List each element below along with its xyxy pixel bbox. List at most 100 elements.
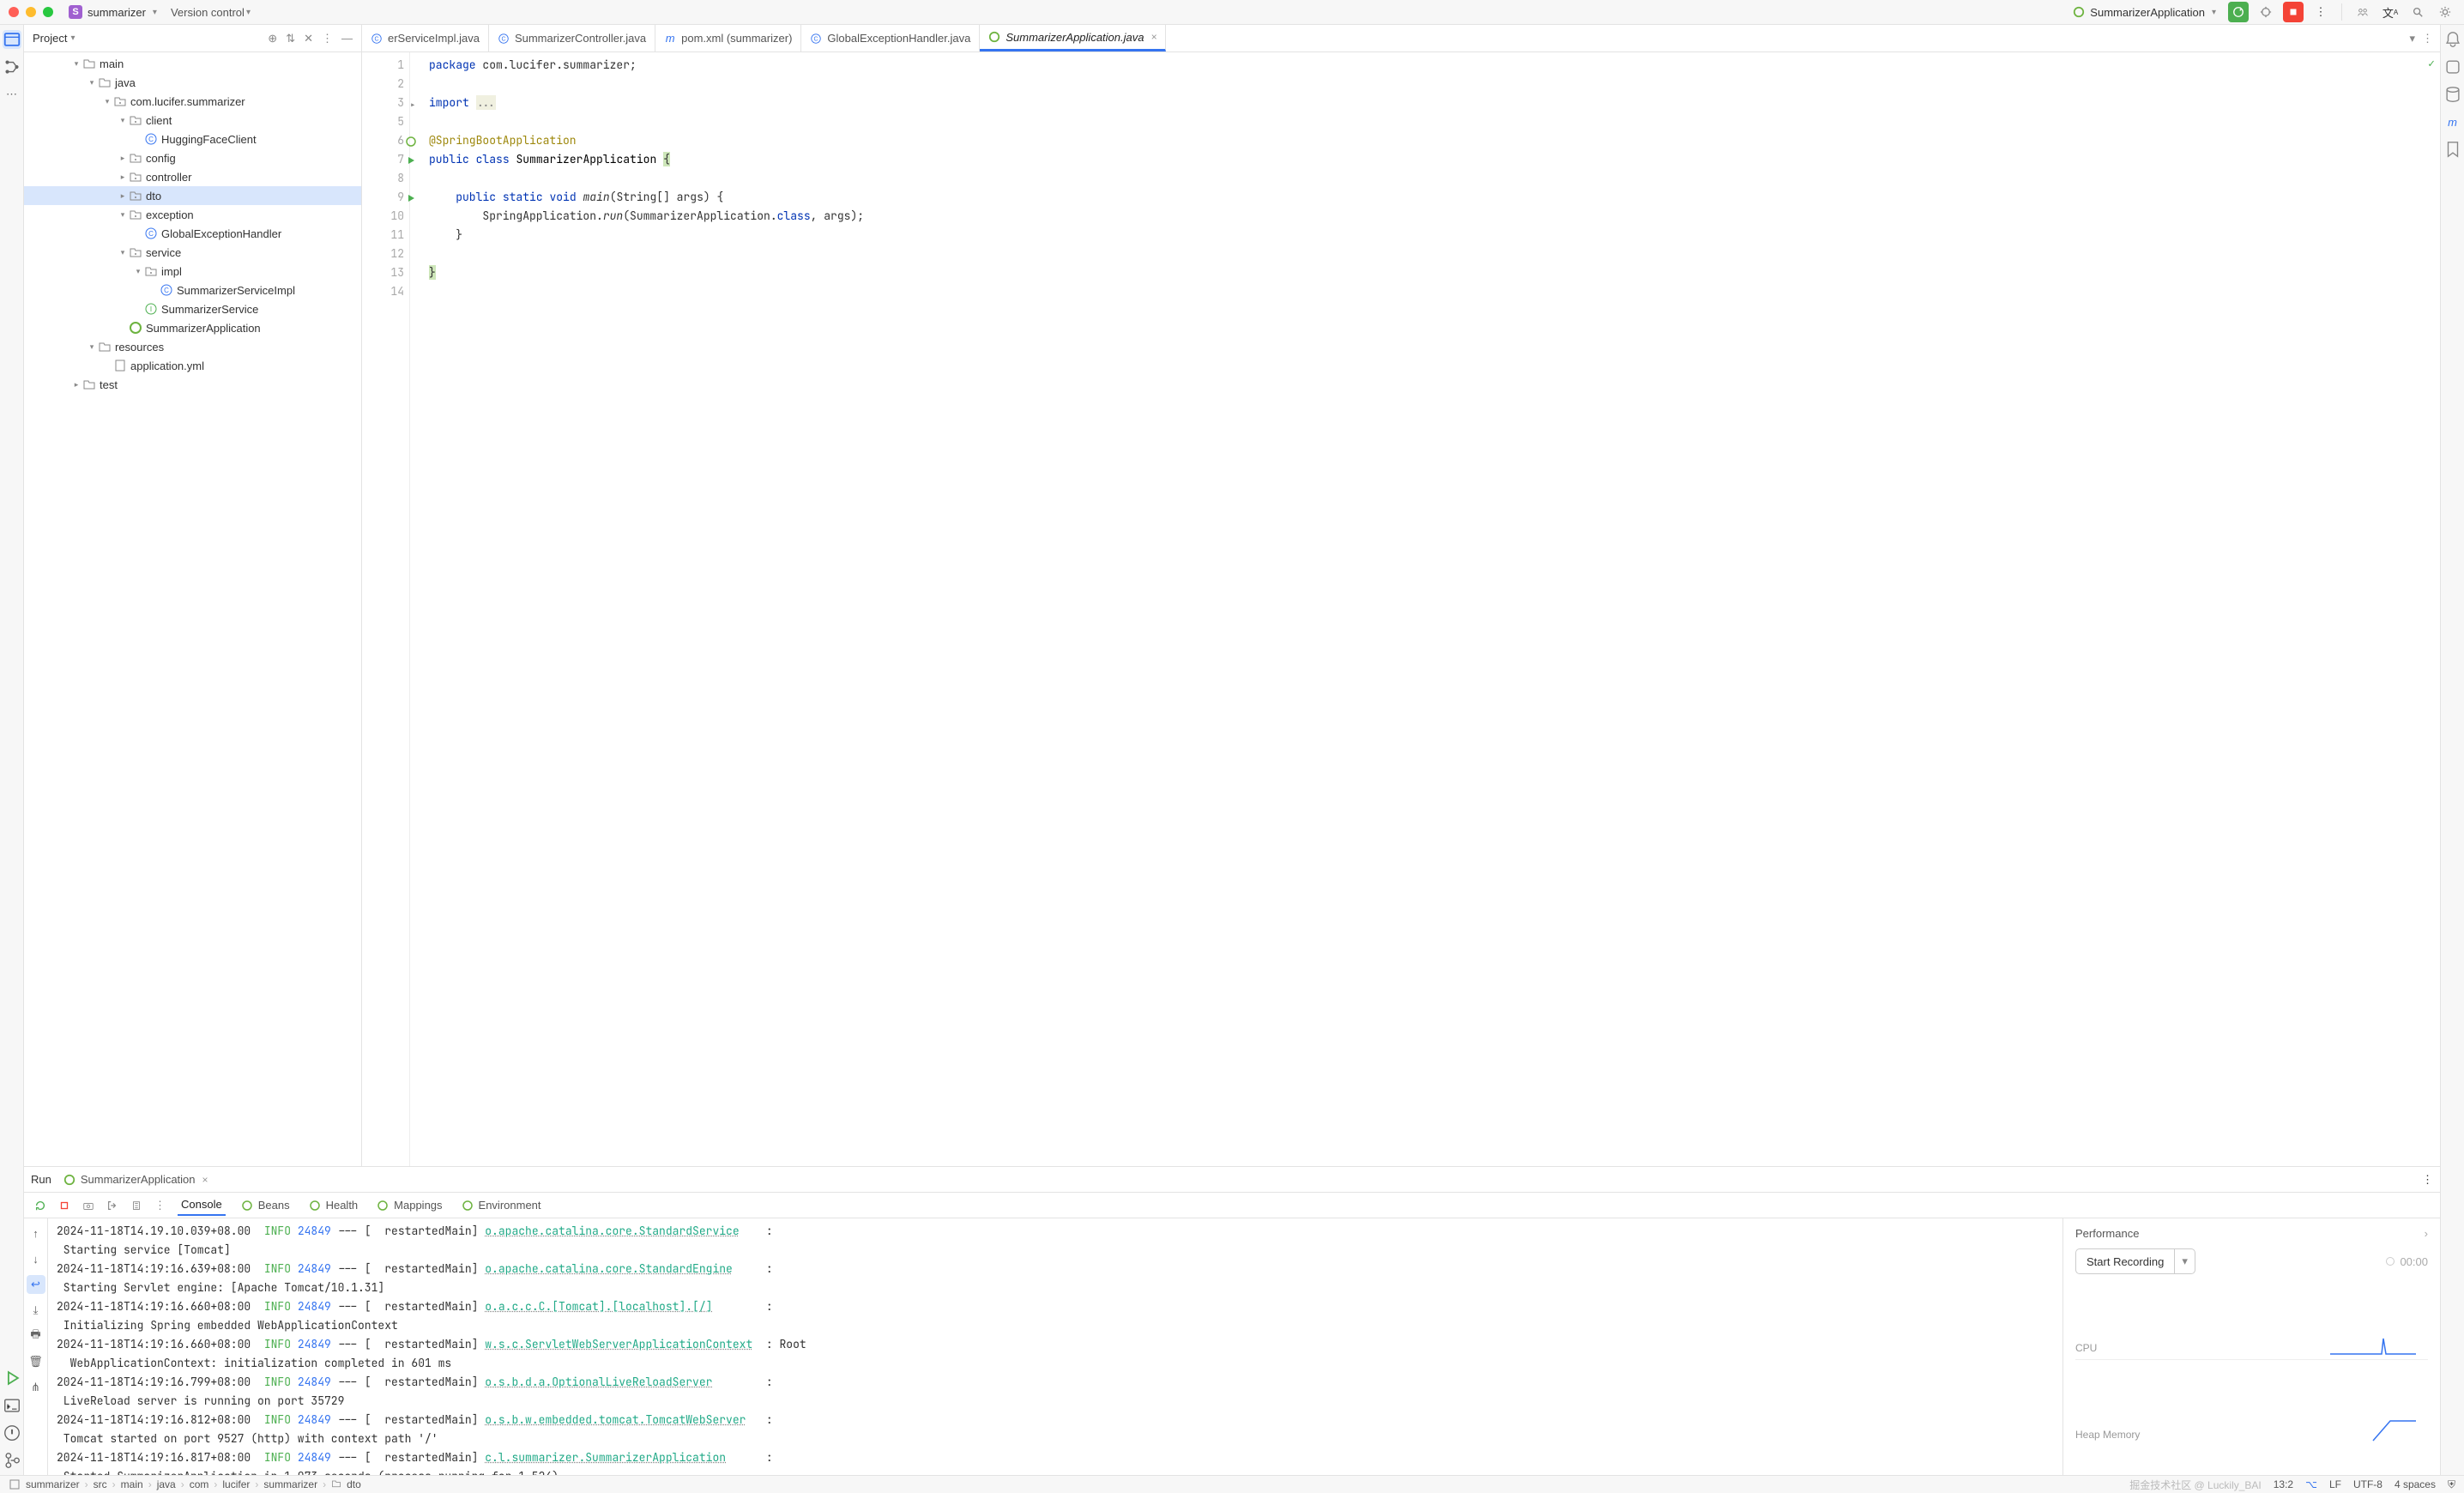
- start-recording-button[interactable]: Start Recording ▾: [2075, 1248, 2195, 1274]
- run-gutter-icon[interactable]: [406, 153, 416, 172]
- chevron-icon[interactable]: ▾: [132, 267, 144, 276]
- editor-tab[interactable]: CSummarizerController.java: [489, 25, 655, 51]
- tree-row[interactable]: ▾com.lucifer.summarizer: [24, 92, 361, 111]
- chevron-icon[interactable]: ▾: [101, 97, 113, 106]
- debug-button[interactable]: [2256, 2, 2276, 22]
- console-output[interactable]: 2024-11-18T14.19.10.039+08.00 INFO 24849…: [48, 1218, 2062, 1475]
- more-tools-button[interactable]: ⋯: [3, 85, 21, 104]
- tree-row[interactable]: ▸test: [24, 375, 361, 394]
- fold-icon[interactable]: ▸: [409, 96, 416, 115]
- git-tool-button[interactable]: [3, 1451, 21, 1470]
- filter-icon[interactable]: ⋔: [27, 1378, 45, 1397]
- structure-tool-button[interactable]: [3, 57, 21, 76]
- bean-gutter-icon[interactable]: [406, 134, 416, 153]
- chevron-down-icon[interactable]: ▾: [2174, 1249, 2195, 1273]
- breadcrumbs[interactable]: summarizer›src›main›java›com›lucifer›sum…: [26, 1478, 361, 1491]
- chevron-icon[interactable]: ▸: [117, 154, 129, 163]
- copilot-icon[interactable]: ⌥: [2305, 1478, 2317, 1490]
- expand-all-icon[interactable]: ⇅: [286, 32, 295, 45]
- editor-tab[interactable]: CGlobalExceptionHandler.java: [801, 25, 980, 51]
- more-actions-button[interactable]: ⋮: [2310, 2, 2331, 22]
- tree-row[interactable]: ▾impl: [24, 262, 361, 281]
- breadcrumb-item[interactable]: java: [157, 1478, 176, 1490]
- indent-setting[interactable]: 4 spaces: [2395, 1478, 2436, 1490]
- chevron-down-icon[interactable]: ▾: [2409, 32, 2415, 45]
- tree-row[interactable]: ▾service: [24, 243, 361, 262]
- tree-row[interactable]: CGlobalExceptionHandler: [24, 224, 361, 243]
- chevron-icon[interactable]: ▾: [117, 116, 129, 125]
- rerun-icon[interactable]: [34, 1200, 46, 1212]
- camera-icon[interactable]: [82, 1200, 94, 1212]
- subtab-environment[interactable]: Environment: [458, 1195, 545, 1215]
- tree-row[interactable]: ▾main: [24, 54, 361, 73]
- bookmark-icon[interactable]: [2443, 140, 2462, 159]
- chevron-down-icon[interactable]: ▾: [70, 33, 75, 43]
- scroll-down-icon[interactable]: ↓: [27, 1249, 45, 1268]
- zoom-window[interactable]: [43, 7, 53, 17]
- run-gutter-icon[interactable]: [406, 190, 416, 209]
- minimize-window[interactable]: [26, 7, 36, 17]
- close-icon[interactable]: ×: [202, 1174, 208, 1186]
- breadcrumb-item[interactable]: summarizer: [26, 1478, 80, 1490]
- run-button[interactable]: [2228, 2, 2249, 22]
- hide-panel-icon[interactable]: —: [341, 32, 353, 45]
- chevron-icon[interactable]: ▾: [70, 59, 82, 69]
- chevron-icon[interactable]: ▾: [86, 78, 98, 88]
- maven-icon[interactable]: m: [2443, 112, 2462, 131]
- project-selector[interactable]: S summarizer ▾: [63, 3, 162, 21]
- breadcrumb-item[interactable]: main: [121, 1478, 143, 1490]
- editor-tab[interactable]: SummarizerApplication.java×: [980, 25, 1166, 51]
- print-icon[interactable]: 🖶: [27, 1327, 45, 1345]
- inspection-ok-icon[interactable]: ✓: [2428, 56, 2435, 70]
- editor-tab[interactable]: mpom.xml (summarizer): [655, 25, 801, 51]
- breadcrumb-item[interactable]: dto: [347, 1478, 361, 1490]
- panel-menu-icon[interactable]: ⋮: [2422, 1173, 2433, 1187]
- tree-row[interactable]: CHuggingFaceClient: [24, 130, 361, 148]
- soft-wrap-icon[interactable]: ↩: [27, 1275, 45, 1294]
- terminal-tool-button[interactable]: [3, 1396, 21, 1415]
- code-with-me-icon[interactable]: [2352, 2, 2373, 22]
- database-icon[interactable]: [2443, 85, 2462, 104]
- tab-menu-icon[interactable]: ⋮: [2422, 32, 2433, 45]
- tree-row[interactable]: ▾resources: [24, 337, 361, 356]
- settings-icon[interactable]: [2435, 2, 2455, 22]
- subtab-console[interactable]: Console: [178, 1194, 226, 1216]
- tree-row[interactable]: SummarizerApplication: [24, 318, 361, 337]
- stop-button[interactable]: [2283, 2, 2304, 22]
- code-view[interactable]: package com.lucifer.summarizer;import ..…: [410, 52, 2440, 1166]
- panel-menu-icon[interactable]: ⋮: [322, 32, 333, 45]
- exit-icon[interactable]: [106, 1200, 118, 1212]
- chevron-icon[interactable]: ▸: [70, 380, 82, 390]
- translate-icon[interactable]: 文A: [2380, 2, 2401, 22]
- clear-icon[interactable]: 🗑: [27, 1352, 45, 1371]
- run-tool-button[interactable]: [3, 1369, 21, 1387]
- scroll-up-icon[interactable]: ↑: [27, 1224, 45, 1242]
- tree-row[interactable]: ▾exception: [24, 205, 361, 224]
- chevron-icon[interactable]: ▸: [117, 172, 129, 182]
- tree-row[interactable]: ▸dto: [24, 186, 361, 205]
- stop-icon[interactable]: [58, 1200, 70, 1212]
- breadcrumb-item[interactable]: lucifer: [222, 1478, 250, 1490]
- subtab-beans[interactable]: Beans: [238, 1195, 293, 1215]
- chevron-icon[interactable]: ▾: [117, 248, 129, 257]
- collapse-icon[interactable]: ✕: [304, 32, 313, 45]
- file-encoding[interactable]: UTF-8: [2353, 1478, 2382, 1490]
- search-icon[interactable]: [2407, 2, 2428, 22]
- project-tree[interactable]: ▾main▾java▾com.lucifer.summarizer▾client…: [24, 52, 361, 1166]
- version-control-menu[interactable]: Version control ▾: [171, 6, 251, 19]
- tree-row[interactable]: ▸controller: [24, 167, 361, 186]
- chevron-right-icon[interactable]: ›: [2425, 1227, 2428, 1240]
- reader-mode-icon[interactable]: ⛨: [2448, 1478, 2455, 1491]
- chevron-icon[interactable]: ▸: [117, 191, 129, 201]
- tree-row[interactable]: CSummarizerServiceImpl: [24, 281, 361, 299]
- ai-assist-icon[interactable]: [2443, 57, 2462, 76]
- scroll-to-end-icon[interactable]: ⤓: [27, 1301, 45, 1320]
- dump-threads-icon[interactable]: [130, 1200, 142, 1212]
- tree-row[interactable]: ▾java: [24, 73, 361, 92]
- editor-tab[interactable]: CerServiceImpl.java: [362, 25, 489, 51]
- notifications-icon[interactable]: [2443, 30, 2462, 49]
- close-window[interactable]: [9, 7, 19, 17]
- breadcrumb-item[interactable]: summarizer: [263, 1478, 317, 1490]
- editor-gutter[interactable]: 123▸567891011121314: [362, 52, 410, 1166]
- run-configuration-selector[interactable]: SummarizerApplication ▾: [2068, 4, 2221, 21]
